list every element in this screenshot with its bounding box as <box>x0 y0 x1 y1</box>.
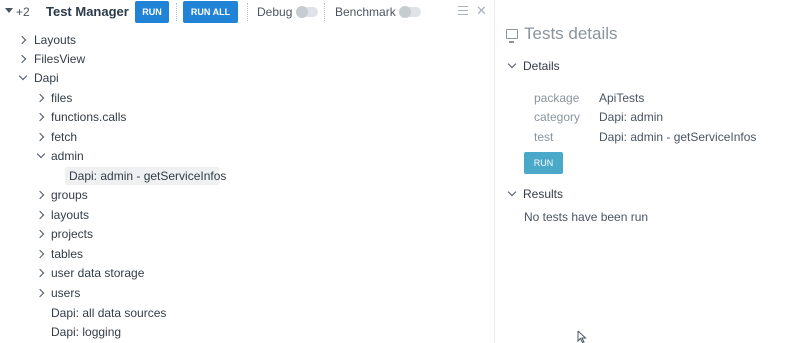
monitor-icon <box>506 29 518 43</box>
chevron-right-icon[interactable] <box>35 210 45 220</box>
tree-node-label: user data storage <box>51 266 145 280</box>
tree-node-label: groups <box>51 188 88 202</box>
chevron-right-icon[interactable] <box>35 229 45 239</box>
details-section-header[interactable]: Details <box>523 59 560 73</box>
run-button[interactable]: RUN <box>135 1 169 23</box>
separator <box>176 3 177 21</box>
tree-node-label: functions.calls <box>51 110 127 124</box>
prop-key-package: package <box>534 91 580 105</box>
run-all-button[interactable]: RUN ALL <box>183 1 238 23</box>
mouse-cursor-icon <box>577 331 587 343</box>
panel-title: Test Manager <box>46 4 129 19</box>
collapse-caret-icon[interactable] <box>5 8 13 13</box>
tree-node-label: Layouts <box>34 33 77 47</box>
close-icon[interactable]: ✕ <box>476 3 487 19</box>
toolbar: +2 Test Manager RUN RUN ALL Debug Benchm… <box>0 0 494 24</box>
tree-node-label: layouts <box>51 208 90 222</box>
benchmark-label: Benchmark <box>335 5 396 19</box>
separator <box>247 3 248 21</box>
tree-item-label: Dapi: all data sources <box>51 306 167 320</box>
tree-node-label: projects <box>51 227 94 241</box>
panel-divider[interactable] <box>494 0 495 343</box>
toggle-knob <box>296 6 308 18</box>
tree-item-label: Dapi: logging <box>51 325 122 339</box>
tree-node-label: users <box>51 286 81 300</box>
tree-item-label: Dapi: admin - getServiceInfos <box>69 169 227 183</box>
chevron-right-icon[interactable] <box>35 190 45 200</box>
details-title: Tests details <box>524 24 618 43</box>
prop-value-test: Dapi: admin - getServiceInfos <box>599 130 757 144</box>
tree-item-all-data-sources[interactable]: Dapi: all data sources <box>51 304 166 322</box>
toggle-knob <box>399 6 411 18</box>
prop-value-package: ApiTests <box>599 91 645 105</box>
tree-node-label: tables <box>51 247 84 261</box>
chevron-down-icon[interactable] <box>36 149 46 159</box>
results-section-header[interactable]: Results <box>523 187 563 201</box>
tree-node-label: files <box>51 91 73 105</box>
tree-item-logging[interactable]: Dapi: logging <box>51 323 121 341</box>
hidden-count[interactable]: +2 <box>16 5 30 19</box>
chevron-right-icon[interactable] <box>17 54 27 64</box>
chevron-right-icon[interactable] <box>35 132 45 142</box>
chevron-right-icon[interactable] <box>35 249 45 259</box>
debug-toggle[interactable] <box>296 6 318 18</box>
chevron-down-icon[interactable] <box>507 187 517 197</box>
separator <box>324 3 325 21</box>
debug-label: Debug <box>257 5 293 19</box>
tree-node-label: fetch <box>51 130 78 144</box>
tree-node-label: Dapi <box>34 71 59 85</box>
tree-item-selected-test[interactable]: Dapi: admin - getServiceInfos <box>65 167 226 185</box>
run-test-button[interactable]: RUN <box>524 152 563 174</box>
chevron-right-icon[interactable] <box>35 268 45 278</box>
benchmark-toggle[interactable] <box>399 6 421 18</box>
chevron-down-icon[interactable] <box>507 59 517 69</box>
prop-value-category: Dapi: admin <box>599 110 664 124</box>
tree-node-label: FilesView <box>34 52 86 66</box>
prop-key-category: category <box>534 110 581 124</box>
chevron-right-icon[interactable] <box>17 35 27 45</box>
chevron-right-icon[interactable] <box>35 112 45 122</box>
results-empty-text: No tests have been run <box>524 210 649 224</box>
chevron-right-icon[interactable] <box>35 93 45 103</box>
tree-node-label: admin <box>51 149 84 163</box>
chevron-right-icon[interactable] <box>35 288 45 298</box>
prop-key-test: test <box>534 130 554 144</box>
hamburger-menu-icon[interactable] <box>458 6 468 15</box>
chevron-down-icon[interactable] <box>18 71 28 81</box>
